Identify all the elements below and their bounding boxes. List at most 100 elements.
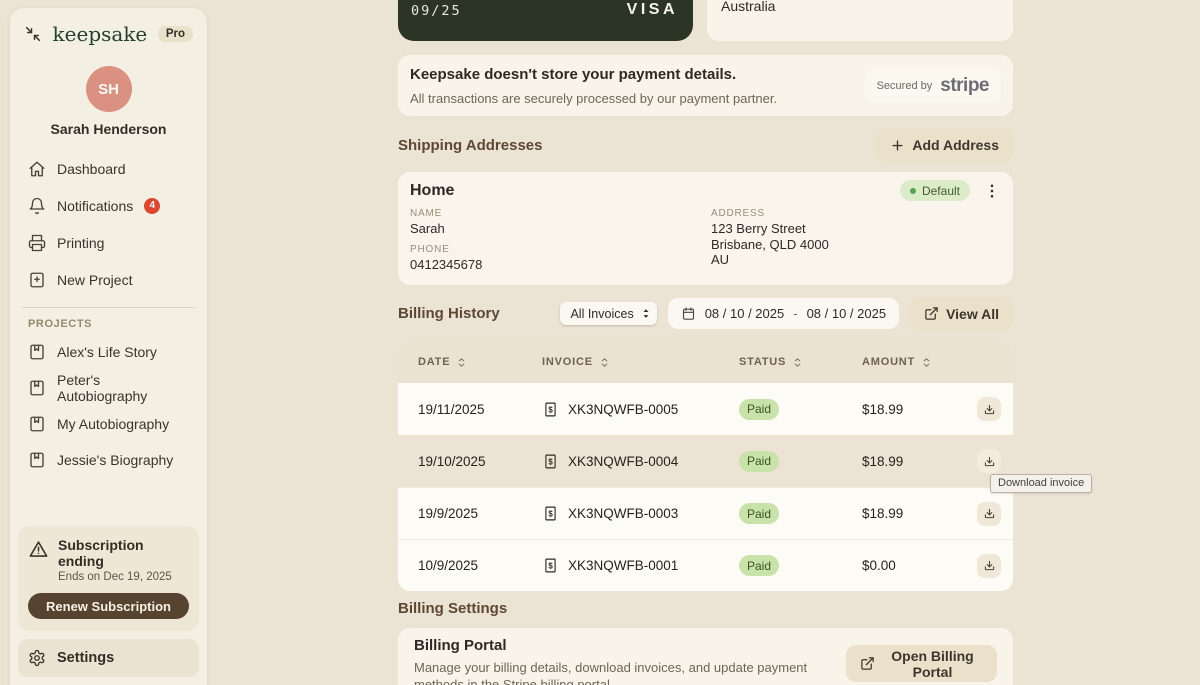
table-row: 19/9/2025 $ XK3NQWFB-0003 Paid $18.99: [398, 487, 1013, 539]
status-badge: Paid: [739, 398, 779, 420]
shipping-addresses-header: Shipping Addresses Add Address: [398, 128, 1013, 162]
invoice-date: 19/10/2025: [418, 453, 486, 469]
invoice-number-cell: $ XK3NQWFB-0005: [542, 401, 739, 418]
pro-plan-badge: Pro: [157, 26, 193, 42]
address-label: Home: [410, 181, 455, 199]
download-invoice-button[interactable]: [977, 501, 1001, 526]
phone-field-value: 0412345678: [410, 257, 483, 272]
address-field-label: ADDRESS: [711, 208, 765, 219]
bell-icon: [29, 197, 45, 214]
secured-by-label: Secured by: [876, 79, 933, 92]
address-card-home: Home Default NAME Sarah PHONE 0412345678: [398, 172, 1013, 285]
invoice-amount: $18.99: [862, 506, 904, 521]
projects-section-label: PROJECTS: [28, 318, 93, 330]
billing-portal-heading: Billing Portal: [414, 637, 507, 654]
view-all-button[interactable]: View All: [910, 297, 1013, 330]
invoice-number: XK3NQWFB-0005: [568, 401, 679, 417]
invoice-date: 10/9/2025: [418, 558, 479, 573]
invoice-date: 19/9/2025: [418, 506, 479, 521]
secured-by-stripe-badge: Secured by stripe: [864, 68, 1001, 103]
projects-list: Alex's Life Story Peter's Autobiography …: [18, 334, 199, 478]
column-header-invoice[interactable]: Invoice: [542, 356, 739, 368]
column-header-amount[interactable]: Amount: [862, 356, 977, 368]
keepsake-logo: keepsake: [52, 22, 148, 46]
sidebar: keepsake Pro SH Sarah Henderson Dashboar…: [10, 8, 207, 685]
invoice-number-cell: $ XK3NQWFB-0001: [542, 557, 739, 574]
billing-portal-card: Billing Portal Manage your billing detai…: [398, 628, 1013, 685]
download-invoice-button[interactable]: [977, 553, 1001, 578]
column-header-date[interactable]: Date: [418, 356, 542, 368]
project-item-label: Peter's Autobiography: [57, 372, 148, 404]
add-address-button[interactable]: Add Address: [876, 128, 1013, 162]
book-icon: [30, 380, 44, 396]
download-invoice-button[interactable]: [977, 397, 1001, 421]
sidebar-item-label: Dashboard: [57, 160, 126, 177]
address-options-kebab-icon[interactable]: [983, 182, 1001, 200]
project-item-jessie[interactable]: Jessie's Biography: [18, 442, 199, 478]
invoice-filter-select[interactable]: All Invoices: [560, 302, 657, 325]
name-field-label: NAME: [410, 208, 443, 219]
download-invoice-tooltip: Download invoice: [990, 474, 1093, 493]
name-field-value: Sarah: [410, 221, 445, 236]
warning-icon: [29, 541, 48, 557]
project-item-label: Jessie's Biography: [57, 452, 174, 468]
billing-history-header: Billing History All Invoices 08 / 10 / 2…: [398, 297, 1013, 330]
receipt-icon: $: [545, 402, 556, 416]
printer-icon: [28, 234, 46, 251]
credit-card: 09/25 VISA: [398, 0, 693, 41]
column-header-status[interactable]: Status: [739, 356, 862, 368]
date-to[interactable]: 08 / 10 / 2025: [807, 306, 887, 321]
book-icon: [30, 344, 44, 360]
address-field-value: 123 Berry Street Brisbane, QLD 4000 AU: [711, 221, 829, 267]
plus-icon: [892, 139, 903, 151]
download-invoice-button[interactable]: [977, 449, 1001, 473]
subscription-title: Subscription ending: [58, 537, 144, 569]
project-item-peter[interactable]: Peter's Autobiography: [18, 370, 199, 406]
renew-subscription-button[interactable]: Renew Subscription: [28, 593, 189, 619]
svg-text:$: $: [548, 561, 553, 570]
user-name: Sarah Henderson: [50, 121, 167, 137]
phone-field-label: PHONE: [410, 244, 450, 255]
payment-notice-title: Keepsake doesn't store your payment deta…: [410, 65, 737, 83]
external-link-icon: [861, 657, 874, 670]
svg-text:$: $: [548, 509, 553, 518]
invoices-table: Date Invoice Status Amount 19/11/2025 $ …: [398, 341, 1013, 591]
new-project-icon: [30, 272, 44, 287]
project-item-alex[interactable]: Alex's Life Story: [18, 334, 199, 370]
default-address-badge: Default: [899, 180, 970, 201]
shipping-addresses-title: Shipping Addresses: [398, 136, 543, 154]
date-from[interactable]: 08 / 10 / 2025: [705, 306, 785, 321]
project-item-label: My Autobiography: [57, 416, 170, 432]
invoice-amount: $18.99: [862, 401, 904, 417]
sidebar-item-printing[interactable]: Printing: [18, 224, 199, 261]
receipt-icon: $: [545, 506, 556, 521]
download-icon: [984, 560, 994, 571]
date-range-picker[interactable]: 08 / 10 / 2025 - 08 / 10 / 2025: [667, 298, 900, 329]
sidebar-item-new-project[interactable]: New Project: [18, 261, 199, 298]
invoice-number-cell: $ XK3NQWFB-0004: [542, 453, 739, 470]
sidebar-item-settings[interactable]: Settings: [18, 639, 199, 677]
invoices-table-header: Date Invoice Status Amount: [398, 341, 1013, 383]
card-expiry: 09/25: [411, 3, 462, 19]
open-billing-portal-button[interactable]: Open Billing Portal: [846, 645, 997, 682]
invoice-amount: $0.00: [862, 558, 896, 573]
book-icon: [30, 452, 44, 468]
sidebar-divider: [22, 307, 195, 308]
default-dot-icon: [909, 187, 916, 194]
sidebar-item-dashboard[interactable]: Dashboard: [18, 150, 199, 187]
invoice-number: XK3NQWFB-0001: [568, 558, 679, 573]
external-link-icon: [925, 307, 938, 320]
sidebar-item-notifications[interactable]: Notifications 4: [18, 187, 199, 224]
billing-country-card: Australia: [707, 0, 1013, 41]
sidebar-item-label: New Project: [57, 271, 133, 288]
collapse-sidebar-icon[interactable]: [24, 25, 42, 43]
subscription-ending-card: Subscription ending Ends on Dec 19, 2025…: [18, 526, 199, 631]
invoice-number: XK3NQWFB-0004: [568, 453, 679, 469]
billing-settings-title: Billing Settings: [398, 600, 508, 617]
status-badge: Paid: [739, 503, 779, 524]
notifications-count-badge: 4: [144, 197, 161, 214]
project-item-my[interactable]: My Autobiography: [18, 406, 199, 442]
download-icon: [984, 508, 994, 519]
download-icon: [984, 404, 994, 414]
sidebar-item-label: Printing: [57, 234, 105, 251]
